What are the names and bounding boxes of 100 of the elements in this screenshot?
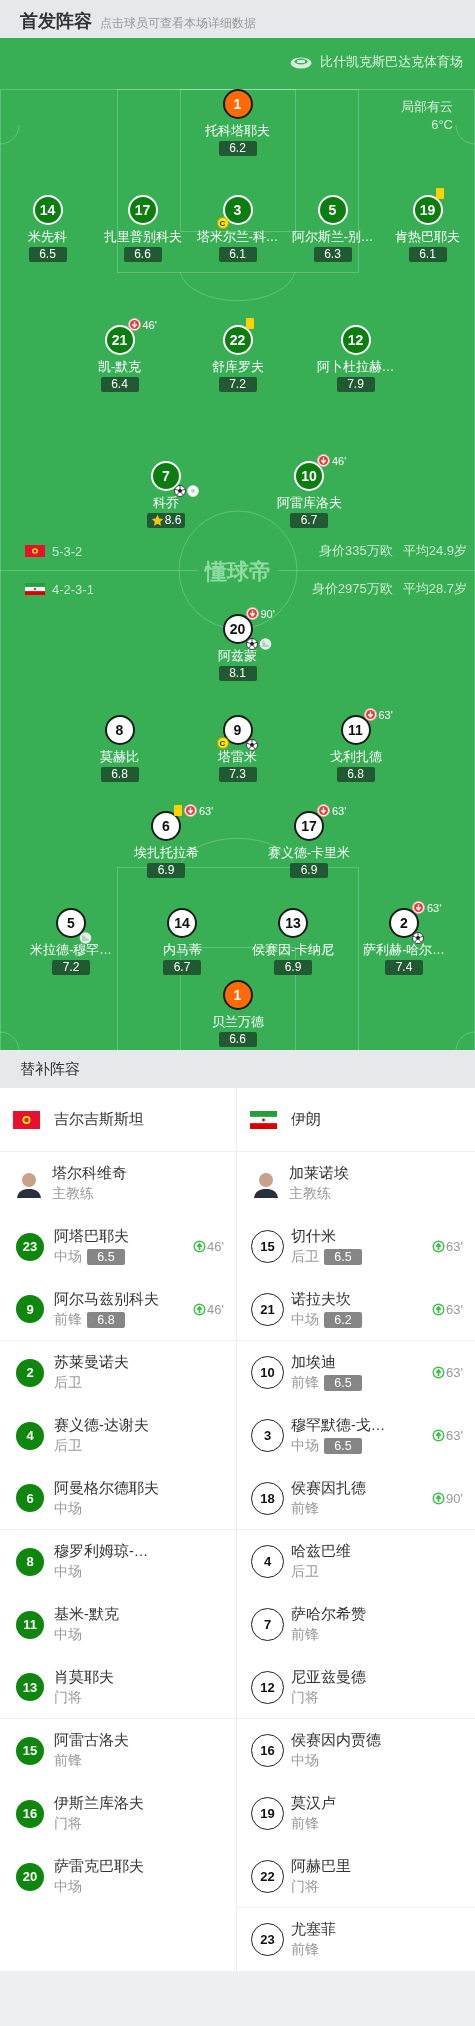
jersey-number[interactable]: 6 <box>151 811 181 841</box>
jersey-number[interactable]: 8 <box>16 1547 44 1576</box>
jersey-number[interactable]: 19 <box>251 1797 284 1830</box>
coach-role: 主教练 <box>289 1185 332 1203</box>
rating-badge: 6.9 <box>274 960 312 975</box>
coach-name: 塔尔科维奇 <box>52 1164 128 1183</box>
player-name: 阿兹蒙 <box>218 648 257 664</box>
jersey-number[interactable]: 16 <box>16 1799 44 1828</box>
coach-name: 加莱诺埃 <box>289 1164 350 1183</box>
jersey-number[interactable]: 9 <box>16 1295 44 1323</box>
captain-badge: C <box>216 737 229 749</box>
rating-badge: 6.9 <box>290 863 328 878</box>
jersey-number[interactable]: 7 <box>151 461 181 491</box>
jersey-number[interactable]: 12 <box>340 325 371 355</box>
jersey-number[interactable]: 6 <box>16 1484 44 1512</box>
jersey-number[interactable]: 13 <box>278 908 308 938</box>
flag-icon <box>13 1110 40 1129</box>
substitution-minute: 63' <box>332 804 347 817</box>
substitution-on-icon <box>432 1491 446 1505</box>
team-value: 身价2975万欧 <box>311 580 393 598</box>
jersey-number[interactable]: 14 <box>167 908 197 938</box>
jersey-number[interactable]: 2 <box>389 908 419 938</box>
jersey-number[interactable]: 21 <box>104 325 135 355</box>
player-name: 诺拉夫坎 <box>291 1289 352 1309</box>
player-name: 莫汉卢 <box>291 1794 337 1813</box>
jersey-number[interactable]: 10 <box>251 1356 284 1389</box>
substitution-minute: 63' <box>446 1365 463 1380</box>
jersey-number[interactable]: 3 <box>251 1419 284 1452</box>
player-name: 基米-默克 <box>54 1605 120 1624</box>
jersey-number[interactable]: 23 <box>251 1923 284 1956</box>
section-title: 替补阵容 <box>20 1059 80 1079</box>
rating-badge: 6.5 <box>324 1438 362 1454</box>
jersey-number[interactable]: 7 <box>251 1608 284 1641</box>
rating-badge: 6.1 <box>218 247 257 262</box>
player-position: 前锋 <box>291 1626 319 1644</box>
player-position: 前锋 <box>54 1752 82 1770</box>
rating-badge: 7.3 <box>218 767 257 782</box>
player-name: 切什米 <box>291 1227 337 1246</box>
rating-badge: 6.5 <box>324 1375 362 1391</box>
jersey-number[interactable]: 8 <box>104 715 135 745</box>
rating-badge: 6.5 <box>87 1249 125 1265</box>
jersey-number[interactable]: 12 <box>251 1670 284 1704</box>
jersey-number[interactable]: 1 <box>222 89 253 119</box>
jersey-number[interactable]: 15 <box>16 1736 44 1765</box>
jersey-number[interactable]: 4 <box>251 1545 284 1578</box>
jersey-number[interactable]: 10 <box>294 461 324 491</box>
jersey-number[interactable]: 2 <box>16 1358 44 1387</box>
substitution-minute: 90' <box>260 607 275 620</box>
jersey-number[interactable]: 14 <box>32 195 63 225</box>
jersey-number[interactable]: 4 <box>16 1421 44 1450</box>
boot-icon <box>258 638 272 650</box>
jersey-number[interactable]: 22 <box>222 325 253 355</box>
jersey-number[interactable]: 16 <box>251 1734 284 1767</box>
rating-badge: 6.6 <box>123 247 162 262</box>
rating-badge: 6.3 <box>313 247 352 262</box>
rating-badge: 7.2 <box>218 377 257 392</box>
ball-icon <box>174 485 186 497</box>
player-name: 萨雷克巴耶夫 <box>54 1857 145 1876</box>
player-position: 后卫 <box>291 1563 319 1581</box>
jersey-number[interactable]: 11 <box>340 715 371 745</box>
ball-icon <box>245 739 258 751</box>
flag-icon <box>25 583 45 595</box>
jersey-number[interactable]: 15 <box>251 1230 284 1263</box>
player-position: 前锋 <box>291 1374 319 1392</box>
jersey-number[interactable]: 5 <box>56 908 86 938</box>
rating-badge: 6.2 <box>324 1311 362 1328</box>
rating-badge: 6.1 <box>408 247 447 262</box>
jersey-number[interactable]: 18 <box>251 1481 284 1515</box>
player-name: 侯赛因内贾德 <box>291 1731 382 1750</box>
player-name: 阿曼格尔德耶夫 <box>54 1478 160 1498</box>
substitution-off-icon <box>412 901 425 914</box>
substitution-off-icon <box>363 708 377 721</box>
rating-badge: 6.6 <box>218 1032 257 1047</box>
jersey-number[interactable]: 13 <box>16 1673 44 1701</box>
jersey-number[interactable]: 1 <box>222 980 253 1010</box>
ball-icon <box>187 485 199 497</box>
jersey-number[interactable]: 21 <box>251 1292 284 1326</box>
jersey-number[interactable]: 20 <box>222 614 253 644</box>
substitution-on-icon <box>432 1429 446 1442</box>
substitution-on-icon <box>193 1240 207 1253</box>
jersey-number[interactable]: 17 <box>294 811 324 841</box>
jersey-number[interactable]: 23 <box>16 1232 44 1261</box>
jersey-number[interactable]: 5 <box>317 195 348 225</box>
jersey-number[interactable]: 11 <box>16 1610 44 1639</box>
substitution-minute: 46' <box>332 454 347 467</box>
jersey-number[interactable]: 22 <box>251 1859 284 1893</box>
rating-badge: 6.7 <box>163 960 201 975</box>
rating-badge: 7.9 <box>336 377 375 392</box>
player-position: 后卫 <box>291 1248 319 1266</box>
jersey-number[interactable]: 17 <box>127 195 158 225</box>
player-position: 后卫 <box>54 1374 82 1392</box>
player-name: 阿塔巴耶夫 <box>54 1227 130 1246</box>
player-position: 中场 <box>54 1626 82 1644</box>
substitution-on-icon <box>432 1366 446 1379</box>
team-name: 吉尔吉斯斯坦 <box>54 1110 144 1129</box>
rating-badge: 6.9 <box>147 863 185 878</box>
rating-badge: 8.1 <box>218 666 257 681</box>
jersey-number[interactable]: 19 <box>412 195 443 225</box>
jersey-number[interactable]: 20 <box>16 1862 44 1891</box>
player-name: 贝兰万德 <box>211 1014 264 1030</box>
